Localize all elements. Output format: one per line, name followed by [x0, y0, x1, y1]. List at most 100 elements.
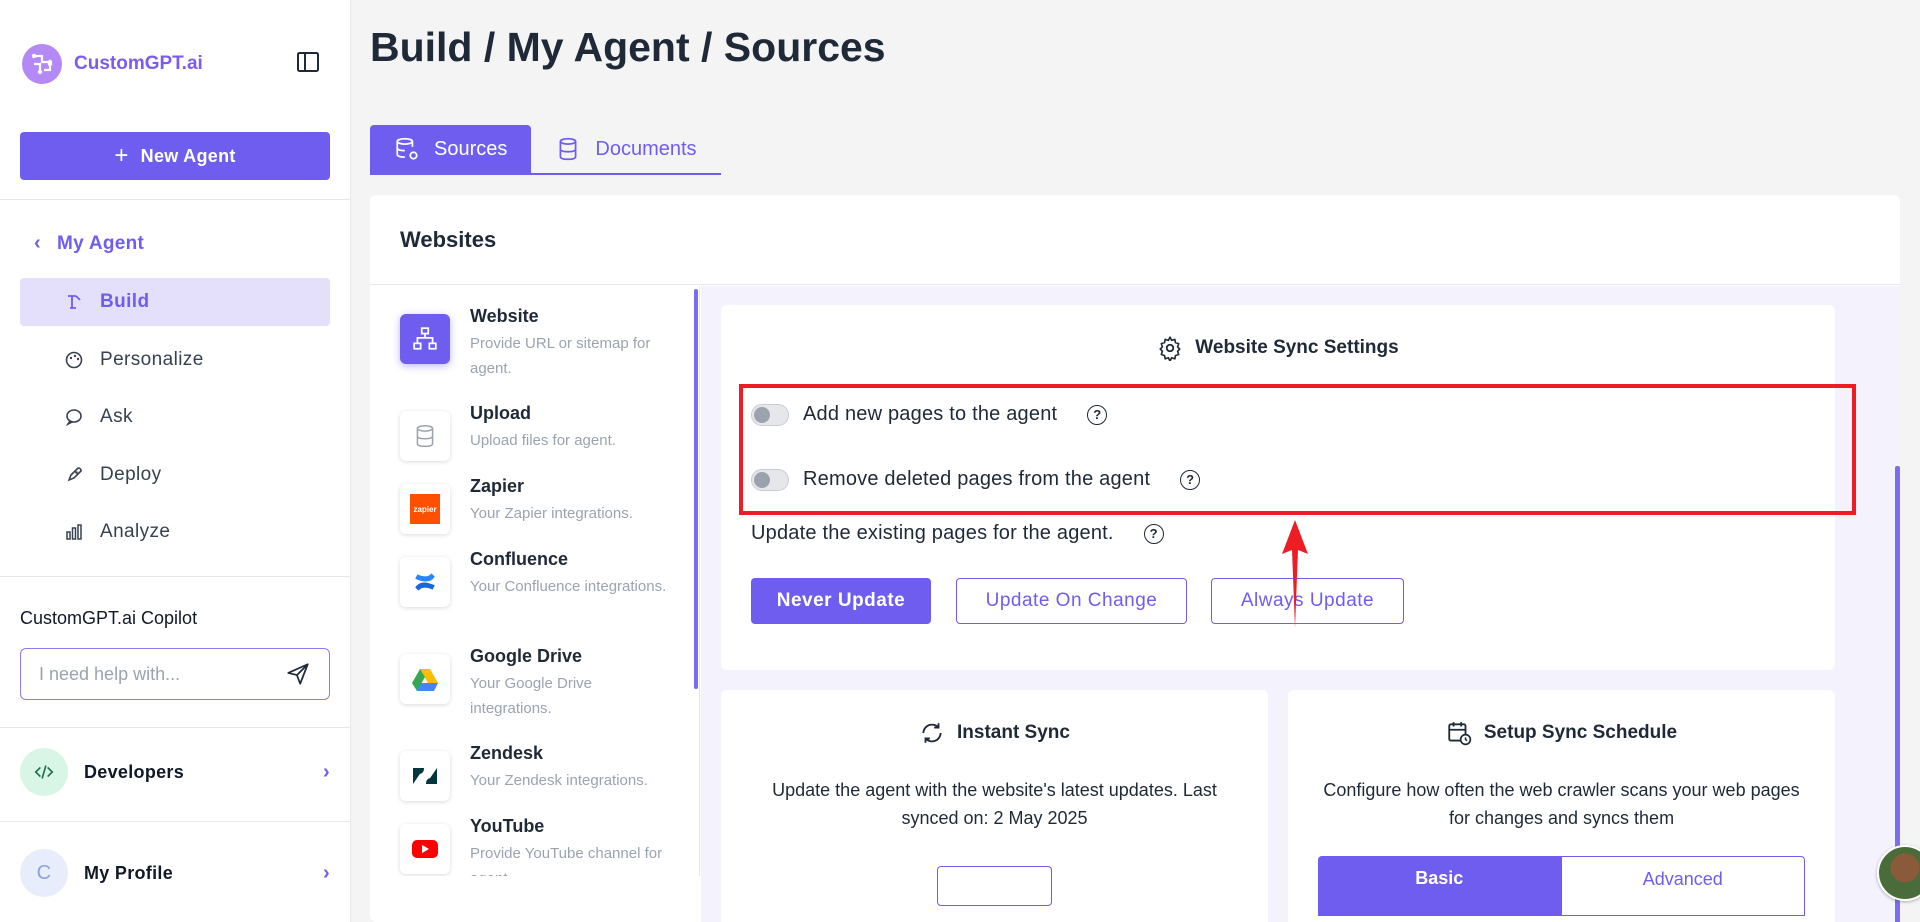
send-icon[interactable]	[285, 661, 311, 687]
tab-documents[interactable]: Documents	[531, 125, 721, 175]
new-agent-button[interactable]: + New Agent	[20, 132, 330, 180]
instant-sync-card: Instant Sync Update the agent with the w…	[721, 690, 1268, 922]
source-list-scrollbar[interactable]	[694, 289, 698, 689]
schedule-text: Configure how often the web crawler scan…	[1323, 780, 1800, 828]
database-gear-icon	[396, 137, 418, 160]
tab-label: Sources	[434, 137, 508, 160]
source-desc: Provide URL or sitemap for agent.	[470, 335, 651, 377]
sidebar-item-analyze[interactable]: Analyze	[20, 508, 330, 556]
build-icon	[68, 295, 81, 309]
developers-label: Developers	[84, 761, 185, 782]
sidebar: CustomGPT.ai + New Agent ‹ My Agent Buil…	[0, 0, 351, 922]
plus-icon: +	[114, 142, 129, 169]
source-title: Google Drive	[470, 646, 583, 666]
page-title: Build / My Agent / Sources	[370, 24, 886, 70]
source-confluence[interactable]: Confluence Your Confluence integrations.	[400, 549, 680, 607]
tab-bar: Sources Documents	[370, 125, 721, 175]
sidebar-item-label: Personalize	[100, 349, 204, 370]
confluence-icon	[400, 557, 450, 607]
divider	[0, 576, 351, 577]
schedule-card: Setup Sync Schedule Configure how often …	[1288, 690, 1835, 922]
source-desc: Your Confluence integrations.	[470, 578, 667, 595]
schedule-tabs: Basic Advanced	[1318, 856, 1805, 916]
instant-sync-text: Update the agent with the website's late…	[772, 780, 1217, 828]
copilot-title: CustomGPT.ai Copilot	[20, 608, 198, 628]
source-title: Confluence	[470, 549, 569, 569]
source-title: Website	[470, 306, 539, 326]
red-arrow-icon	[1282, 520, 1308, 628]
sidebar-item-label: Build	[100, 291, 150, 312]
schedule-title: Setup Sync Schedule	[1288, 720, 1835, 746]
update-existing-row: Update the existing pages for the agent.…	[751, 522, 1164, 545]
source-desc: Your Google Drive integrations.	[470, 675, 593, 717]
source-title: Zapier	[470, 476, 525, 496]
sidebar-item-label: Deploy	[100, 464, 162, 485]
developers-link[interactable]: Developers ›	[20, 747, 330, 797]
database-icon	[559, 137, 577, 161]
sidebar-collapse-icon[interactable]	[296, 50, 322, 76]
source-zapier[interactable]: zapier Zapier Your Zapier integrations.	[400, 476, 680, 534]
tab-label: Documents	[595, 137, 697, 160]
sidebar-item-build[interactable]: Build	[20, 278, 330, 326]
google-drive-icon	[400, 654, 450, 704]
help-icon[interactable]: ?	[1143, 523, 1164, 544]
source-zendesk[interactable]: Zendesk Your Zendesk integrations.	[400, 743, 680, 801]
source-desc: Upload files for agent.	[470, 432, 616, 449]
source-desc: Your Zendesk integrations.	[470, 772, 648, 789]
youtube-icon	[400, 824, 450, 874]
tab-sources[interactable]: Sources	[370, 125, 532, 175]
sync-now-button[interactable]	[937, 866, 1052, 906]
sidebar-item-deploy[interactable]: Deploy	[20, 451, 330, 499]
rocket-icon	[67, 467, 82, 482]
update-label: Update the existing pages for the agent.	[751, 522, 1114, 544]
sidebar-item-label: Analyze	[100, 521, 171, 542]
copilot-input[interactable]	[39, 663, 285, 685]
card-title-text: Instant Sync	[957, 722, 1070, 743]
new-agent-label: New Agent	[140, 145, 236, 166]
source-list: Website Provide URL or sitemap for agent.…	[370, 286, 700, 876]
sidebar-item-label: Ask	[100, 406, 133, 427]
source-upload[interactable]: Upload Upload files for agent.	[400, 403, 680, 461]
source-title: Upload	[470, 403, 531, 423]
my-profile-link[interactable]: C My Profile ›	[20, 848, 330, 898]
palette-icon	[65, 351, 83, 369]
zendesk-icon	[400, 751, 450, 801]
chevron-right-icon: ›	[323, 760, 330, 783]
source-title: YouTube	[470, 816, 545, 836]
brand-logo[interactable]: CustomGPT.ai	[20, 42, 203, 86]
divider	[0, 727, 351, 728]
panel-title: Websites	[370, 195, 1900, 285]
instant-sync-title: Instant Sync	[721, 720, 1268, 746]
websites-panel: Websites Website Provide URL or sitemap f…	[370, 195, 1900, 922]
source-desc: Provide YouTube channel for agent.	[470, 845, 663, 876]
never-update-button[interactable]: Never Update	[751, 578, 931, 624]
chat-icon	[65, 409, 82, 427]
brain-logo-icon	[22, 44, 62, 84]
source-youtube[interactable]: YouTube Provide YouTube channel for agent…	[400, 816, 680, 876]
brand-name: CustomGPT.ai	[74, 53, 203, 74]
chevron-right-icon: ›	[323, 861, 330, 884]
chart-icon	[66, 524, 82, 540]
calendar-clock-icon	[1448, 722, 1472, 746]
sidebar-item-personalize[interactable]: Personalize	[20, 336, 330, 384]
my-profile-label: My Profile	[84, 862, 174, 883]
tab-advanced[interactable]: Advanced	[1560, 856, 1805, 916]
source-google-drive[interactable]: Google Drive Your Google Drive integratio…	[400, 646, 680, 721]
zapier-logo: zapier	[410, 494, 440, 524]
copilot-field	[20, 648, 330, 700]
divider	[0, 199, 351, 200]
back-to-my-agent-link[interactable]: ‹ My Agent	[34, 232, 144, 255]
chevron-left-icon: ‹	[34, 232, 41, 254]
avatar: C	[20, 849, 68, 897]
sidebar-item-ask[interactable]: Ask	[20, 393, 330, 441]
sync-settings-title: Website Sync Settings	[721, 335, 1835, 361]
update-on-change-button[interactable]: Update On Change	[956, 578, 1187, 624]
upload-database-icon	[400, 411, 450, 461]
gear-icon	[1159, 336, 1181, 361]
divider	[0, 821, 351, 822]
card-title-text: Setup Sync Schedule	[1483, 722, 1678, 743]
card-title-text: Website Sync Settings	[1195, 337, 1399, 358]
sitemap-icon	[400, 314, 450, 364]
tab-basic[interactable]: Basic	[1318, 856, 1561, 916]
source-website[interactable]: Website Provide URL or sitemap for agent.	[400, 306, 680, 381]
